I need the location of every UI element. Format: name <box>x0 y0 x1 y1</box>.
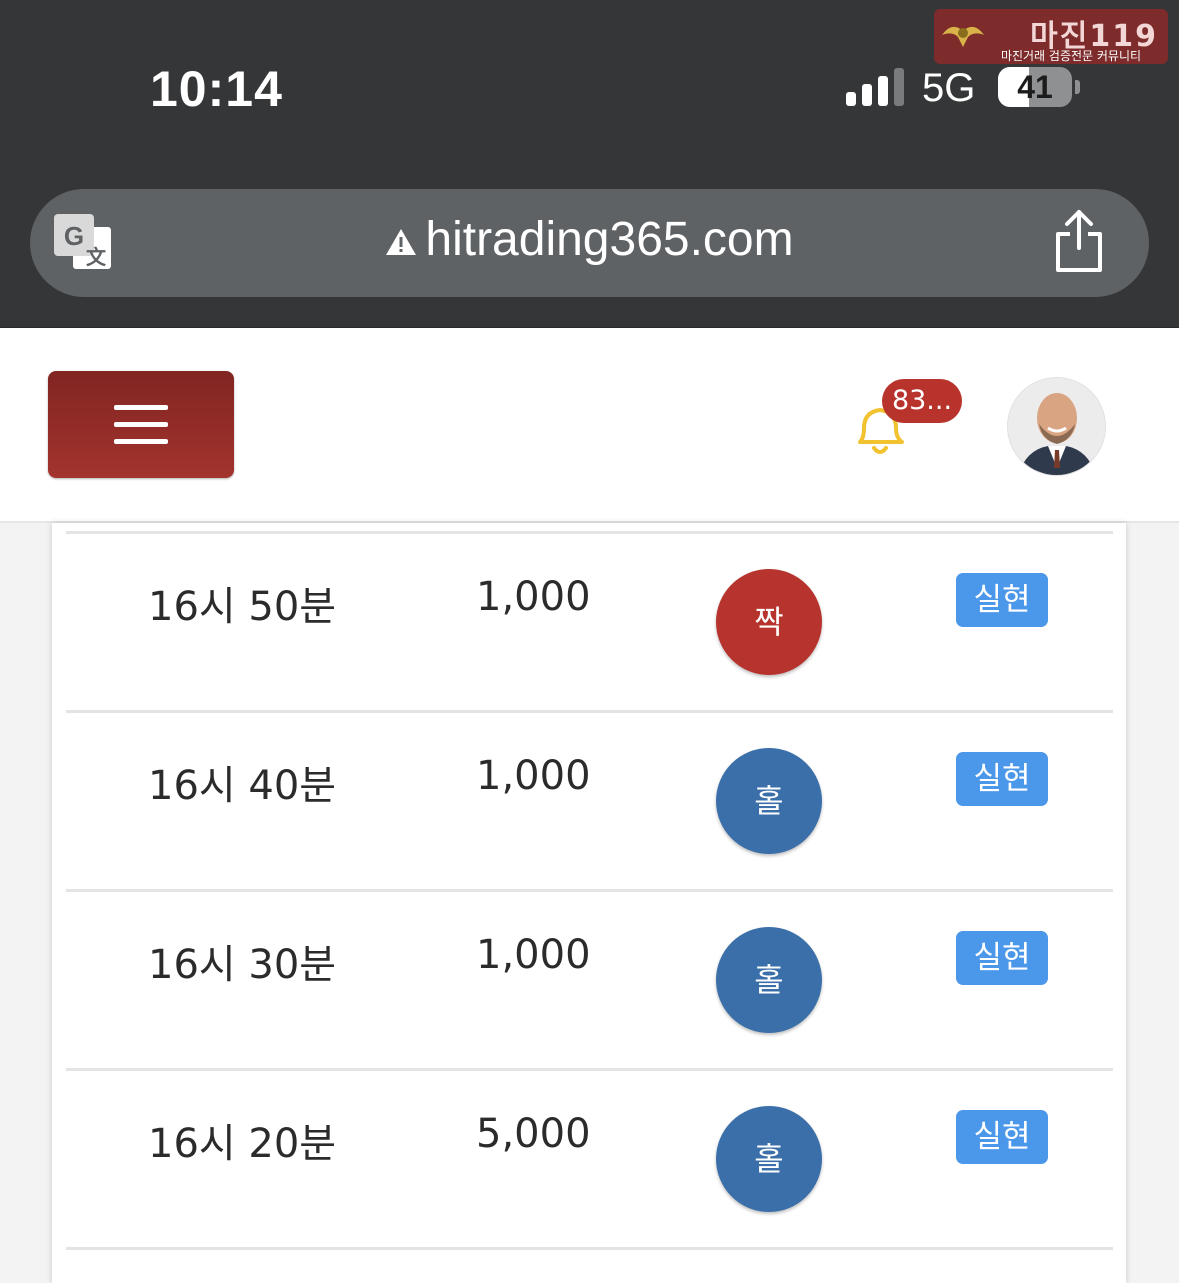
row-time: 16시 30분 <box>148 942 337 988</box>
watermark-subtitle: 마진거래 검증전문 커뮤니티 <box>1000 49 1142 63</box>
status-badge: 실현 <box>956 573 1048 627</box>
browser-chrome: 10:14 5G 41 마진119 마진거래 검증전문 커뮤니티 G 文 hit… <box>0 0 1179 328</box>
table-row: 16시 40분 1,000 홀 실현 <box>66 710 1113 890</box>
row-amount: 1,000 <box>476 753 591 799</box>
table-row: 16시 20분 5,000 홀 실현 <box>66 1068 1113 1248</box>
battery-tip <box>1075 80 1080 94</box>
share-icon[interactable] <box>1050 208 1108 276</box>
odd-result-ball: 홀 <box>716 748 822 854</box>
odd-result-ball: 홀 <box>716 1106 822 1212</box>
table-row: 16시 30분 1,000 홀 실현 <box>66 889 1113 1069</box>
status-badge: 실현 <box>956 931 1048 985</box>
status-time: 10:14 <box>150 61 283 117</box>
odd-result-ball: 홀 <box>716 927 822 1033</box>
status-badge: 실현 <box>956 1110 1048 1164</box>
history-table: 16시 50분 1,000 짝 실현 16시 40분 1,000 홀 실현 16… <box>52 523 1126 1283</box>
url-text-container: hitrading365.com <box>0 212 1179 267</box>
row-amount: 1,000 <box>476 932 591 978</box>
notification-count-badge[interactable]: 83... <box>882 379 962 423</box>
network-type: 5G <box>922 66 976 110</box>
status-badge: 실현 <box>956 752 1048 806</box>
row-time: 16시 20분 <box>148 1121 337 1167</box>
battery-icon: 41 <box>998 67 1072 107</box>
even-result-ball: 짝 <box>716 569 822 675</box>
row-time: 16시 40분 <box>148 763 337 809</box>
table-row: 16시 50분 1,000 짝 실현 <box>66 531 1113 711</box>
row-time: 16시 50분 <box>148 584 337 630</box>
watermark-logo: 마진119 마진거래 검증전문 커뮤니티 <box>934 9 1168 64</box>
row-divider <box>66 1247 1113 1250</box>
user-avatar[interactable] <box>1007 377 1106 476</box>
url-text[interactable]: hitrading365.com <box>425 213 793 266</box>
hamburger-menu-button[interactable] <box>48 371 234 478</box>
site-header: 83... <box>0 328 1179 523</box>
row-amount: 5,000 <box>476 1111 591 1157</box>
battery-level: 41 <box>1017 69 1053 105</box>
warning-icon <box>386 229 417 256</box>
row-amount: 1,000 <box>476 574 591 620</box>
cellular-signal-icon <box>846 68 904 106</box>
